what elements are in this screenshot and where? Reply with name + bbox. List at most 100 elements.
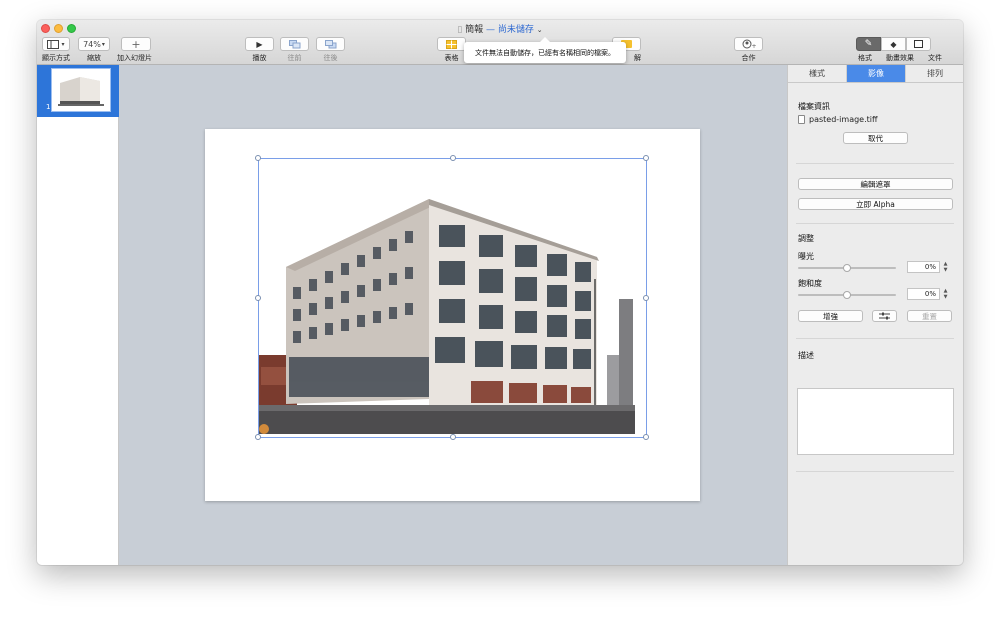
save-status: 尚未儲存 xyxy=(497,25,534,35)
back-label: 往前 xyxy=(287,54,302,62)
forward-button[interactable] xyxy=(316,37,345,51)
format-label: 格式 xyxy=(858,54,872,62)
resize-handle-bottom-right[interactable] xyxy=(643,434,649,440)
collaborate-control[interactable]: + 合作 xyxy=(734,37,763,63)
saturation-field[interactable]: 0% xyxy=(907,288,940,300)
resize-handle-top[interactable] xyxy=(450,155,456,161)
document-title[interactable]: ▯ 簡報 — 尚未儲存 ⌄ xyxy=(37,22,963,35)
animate-button[interactable]: ◆ xyxy=(881,37,906,51)
description-field[interactable] xyxy=(797,388,954,455)
saturation-slider[interactable] xyxy=(798,291,896,299)
autosave-tooltip: 文件無法自動儲存，已經有名稱相同的檔案。 xyxy=(464,37,626,63)
replace-button[interactable]: 取代 xyxy=(843,132,908,144)
add-slide-button[interactable]: + xyxy=(121,37,151,51)
keynote-window: ▯ 簡報 — 尚未儲存 ⌄ ▾ 顯示方式 74% ▾ 縮放 + 加入幻燈片 ▶ … xyxy=(37,20,963,565)
document-label: 文件 xyxy=(928,54,942,62)
file-info-title: 檔案資訊 xyxy=(798,102,830,111)
play-icon: ▶ xyxy=(256,39,263,49)
edit-mask-button[interactable]: 編輯遮罩 xyxy=(798,178,953,190)
chevron-down-icon: ▾ xyxy=(101,40,105,48)
slide-canvas[interactable] xyxy=(119,65,787,565)
view-menu[interactable]: ▾ 顯示方式 xyxy=(42,37,70,63)
table-label: 表格 xyxy=(444,54,459,62)
view-label: 顯示方式 xyxy=(42,54,70,62)
slide[interactable] xyxy=(205,129,700,501)
slide-thumbnail[interactable] xyxy=(51,68,111,112)
slide-thumbnail-row[interactable]: 1 xyxy=(37,65,119,117)
inspector-tabs: 樣式 影像 排列 xyxy=(788,65,963,83)
section-divider xyxy=(796,223,954,224)
resize-handle-top-left[interactable] xyxy=(255,155,261,161)
tab-arrange[interactable]: 排列 xyxy=(906,65,963,82)
document-button[interactable] xyxy=(906,37,931,51)
play-label: 播放 xyxy=(252,54,267,62)
resize-handle-top-right[interactable] xyxy=(643,155,649,161)
section-divider xyxy=(796,471,954,472)
add-slide-label: 加入幻燈片 xyxy=(117,54,152,62)
animate-diamond-icon: ◆ xyxy=(890,39,897,49)
svg-text:+: + xyxy=(751,43,756,49)
tab-style[interactable]: 樣式 xyxy=(788,65,847,82)
chevron-down-icon: ▾ xyxy=(61,40,65,48)
collaborate-label: 合作 xyxy=(741,54,756,62)
saturation-slider-knob[interactable] xyxy=(843,291,851,299)
document-name: 簡報 xyxy=(465,25,484,35)
saturation-stepper[interactable]: ▲ ▼ xyxy=(942,288,949,300)
chevron-down-icon[interactable]: ⌄ xyxy=(537,26,543,34)
sliders-icon xyxy=(879,312,890,320)
exposure-field[interactable]: 0% xyxy=(907,261,940,273)
document-icon xyxy=(914,40,923,48)
zoom-value: 74% xyxy=(83,39,101,49)
collaborate-icon: + xyxy=(742,39,756,49)
description-title: 描述 xyxy=(798,351,814,360)
zoom-button[interactable]: 74% ▾ xyxy=(78,37,110,51)
instant-alpha-button[interactable]: 立即 Alpha xyxy=(798,198,953,210)
saturation-label: 飽和度 xyxy=(798,279,822,288)
slide-navigator: 1 xyxy=(37,65,119,565)
format-button[interactable]: ✎ xyxy=(856,37,881,51)
reset-button[interactable]: 重置 xyxy=(907,310,952,322)
plus-icon: + xyxy=(131,37,141,51)
tab-image[interactable]: 影像 xyxy=(847,65,906,82)
resize-handle-bottom-left[interactable] xyxy=(255,434,261,440)
back-button[interactable] xyxy=(280,37,309,51)
levels-button[interactable] xyxy=(872,310,897,322)
building-thumbnail-image xyxy=(52,69,110,111)
exposure-stepper[interactable]: ▲ ▼ xyxy=(942,261,949,273)
sidebar-view-icon xyxy=(47,39,60,49)
section-divider xyxy=(796,338,954,339)
paintbrush-icon: ✎ xyxy=(864,39,873,49)
move-backward-icon xyxy=(288,39,300,48)
table-icon xyxy=(446,39,457,49)
move-forward-icon xyxy=(324,39,336,48)
zoom-menu[interactable]: 74% ▾ 縮放 xyxy=(78,37,110,63)
exposure-label: 曝光 xyxy=(798,252,814,261)
toolbar: ▯ 簡報 — 尚未儲存 ⌄ ▾ 顯示方式 74% ▾ 縮放 + 加入幻燈片 ▶ … xyxy=(37,20,963,65)
play-button[interactable]: ▶ xyxy=(245,37,274,51)
document-icon: ▯ xyxy=(457,25,463,35)
resize-handle-left[interactable] xyxy=(255,295,261,301)
exposure-slider[interactable] xyxy=(798,264,896,272)
table-control[interactable]: 表格 xyxy=(437,37,466,63)
format-inspector: 樣式 影像 排列 檔案資訊 pasted-image.tiff 取代 編輯遮罩 … xyxy=(787,65,963,565)
building-image xyxy=(259,159,646,437)
collaborate-button[interactable]: + xyxy=(734,37,763,51)
selected-image[interactable] xyxy=(255,155,649,440)
section-divider xyxy=(796,163,954,164)
title-separator: — xyxy=(486,25,496,35)
play-control[interactable]: ▶ 播放 xyxy=(245,37,274,63)
file-icon xyxy=(798,115,805,124)
inspector-segment[interactable]: ✎ ◆ 格式 動畫效果 文件 xyxy=(856,37,950,63)
table-button[interactable] xyxy=(437,37,466,51)
back-control[interactable]: 往前 xyxy=(280,37,309,63)
enhance-button[interactable]: 增強 xyxy=(798,310,863,322)
zoom-label: 縮放 xyxy=(87,54,101,62)
add-slide-menu[interactable]: + 加入幻燈片 xyxy=(117,37,152,63)
resize-handle-bottom[interactable] xyxy=(450,434,456,440)
resize-handle-right[interactable] xyxy=(643,295,649,301)
slide-number: 1 xyxy=(46,103,51,111)
forward-control[interactable]: 往後 xyxy=(316,37,345,63)
exposure-slider-knob[interactable] xyxy=(843,264,851,272)
file-name: pasted-image.tiff xyxy=(809,115,878,124)
view-button[interactable]: ▾ xyxy=(42,37,70,51)
